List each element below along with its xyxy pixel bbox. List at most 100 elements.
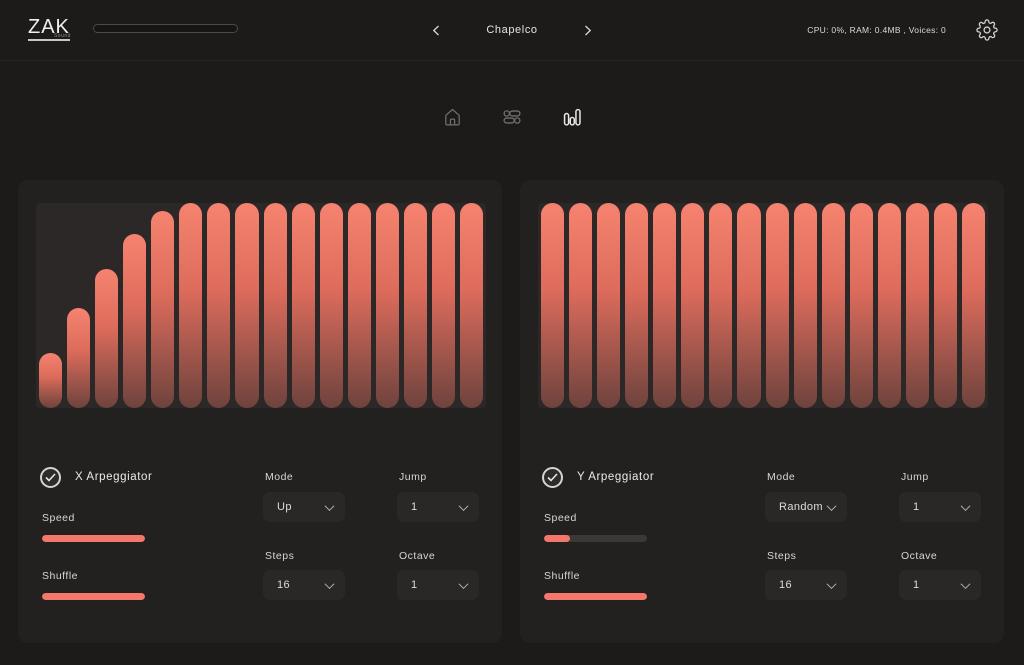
step-bar[interactable] — [432, 203, 455, 408]
chevron-down-icon — [459, 501, 469, 511]
step-bar[interactable] — [39, 353, 62, 408]
mode-dropdown[interactable]: Up — [263, 492, 345, 522]
header-slider[interactable] — [93, 24, 238, 33]
home-icon — [442, 107, 462, 127]
steps-label: Steps — [265, 550, 294, 562]
speed-slider-fill — [42, 535, 145, 542]
shuffle-slider[interactable] — [544, 593, 647, 600]
jump-value: 1 — [411, 501, 418, 513]
chevron-down-icon — [827, 501, 837, 511]
speed-slider[interactable] — [42, 535, 145, 542]
step-bar[interactable] — [320, 203, 343, 408]
step-bar[interactable] — [934, 203, 957, 408]
octave-dropdown[interactable]: 1 — [397, 570, 479, 600]
panel-title: Y Arpeggiator — [577, 471, 654, 483]
y-arpeggiator-enable-checkbox[interactable] — [542, 467, 563, 488]
step-bar[interactable] — [737, 203, 760, 408]
shuffle-label: Shuffle — [544, 570, 580, 582]
tab-arpeggiator[interactable] — [562, 103, 583, 131]
step-bar[interactable] — [95, 269, 118, 408]
mode-value: Random — [779, 501, 823, 513]
step-bar[interactable] — [625, 203, 648, 408]
mode-value: Up — [277, 501, 292, 513]
plugin-window: ZAK Sound Chapelco CPU: 0%, RAM: 0.4MB ,… — [0, 0, 1024, 665]
y-step-bars — [541, 203, 985, 408]
step-bar[interactable] — [653, 203, 676, 408]
step-bar[interactable] — [151, 211, 174, 408]
step-bar[interactable] — [569, 203, 592, 408]
x-arpeggiator-enable-checkbox[interactable] — [40, 467, 61, 488]
shuffle-label: Shuffle — [42, 570, 78, 582]
chevron-right-icon — [584, 25, 592, 36]
y-step-chart[interactable] — [538, 203, 988, 408]
step-bar[interactable] — [404, 203, 427, 408]
step-bar[interactable] — [123, 234, 146, 408]
top-bar: ZAK Sound Chapelco CPU: 0%, RAM: 0.4MB ,… — [0, 0, 1024, 61]
shuffle-slider-fill — [42, 593, 145, 600]
panel-title: X Arpeggiator — [75, 471, 153, 483]
step-bar[interactable] — [681, 203, 704, 408]
octave-value: 1 — [913, 579, 920, 591]
shuffle-slider[interactable] — [42, 593, 145, 600]
check-icon — [45, 473, 56, 482]
steps-dropdown[interactable]: 16 — [263, 570, 345, 600]
speed-slider-fill — [544, 535, 570, 542]
chevron-down-icon — [325, 501, 335, 511]
settings-button[interactable] — [976, 19, 998, 41]
x-step-bars — [39, 203, 483, 408]
step-bar[interactable] — [766, 203, 789, 408]
steps-value: 16 — [779, 579, 792, 591]
jump-label: Jump — [399, 471, 427, 483]
octave-label: Octave — [901, 550, 937, 562]
step-bar[interactable] — [67, 308, 90, 408]
mode-label: Mode — [265, 471, 293, 483]
steps-value: 16 — [277, 579, 290, 591]
view-tabs — [442, 103, 583, 131]
chevron-down-icon — [827, 579, 837, 589]
jump-dropdown[interactable]: 1 — [899, 492, 981, 522]
step-bar[interactable] — [207, 203, 230, 408]
octave-dropdown[interactable]: 1 — [899, 570, 981, 600]
mode-dropdown[interactable]: Random — [765, 492, 847, 522]
step-bar[interactable] — [906, 203, 929, 408]
step-bar[interactable] — [264, 203, 287, 408]
shuffle-slider-fill — [544, 593, 647, 600]
jump-label: Jump — [901, 471, 929, 483]
chevron-left-icon — [432, 25, 440, 36]
step-bar[interactable] — [292, 203, 315, 408]
speed-slider[interactable] — [544, 535, 647, 542]
jump-value: 1 — [913, 501, 920, 513]
step-bar[interactable] — [460, 203, 483, 408]
performance-stats: CPU: 0%, RAM: 0.4MB , Voices: 0 — [807, 0, 946, 60]
step-bar[interactable] — [794, 203, 817, 408]
chevron-down-icon — [459, 579, 469, 589]
step-bar[interactable] — [878, 203, 901, 408]
previous-preset-button[interactable] — [428, 21, 444, 40]
steps-dropdown[interactable]: 16 — [765, 570, 847, 600]
step-bar[interactable] — [348, 203, 371, 408]
x-step-chart[interactable] — [36, 203, 486, 408]
step-bar[interactable] — [179, 203, 202, 408]
step-bar[interactable] — [235, 203, 258, 408]
y-arpeggiator-panel: Y Arpeggiator Speed Shuffle Mode Random … — [520, 180, 1004, 643]
octave-value: 1 — [411, 579, 418, 591]
step-bar[interactable] — [822, 203, 845, 408]
step-bar[interactable] — [850, 203, 873, 408]
step-bar[interactable] — [376, 203, 399, 408]
chevron-down-icon — [961, 579, 971, 589]
bars-icon — [562, 106, 583, 128]
tab-controls[interactable] — [502, 103, 523, 131]
preset-name[interactable]: Chapelco — [482, 24, 542, 36]
sliders-icon — [502, 106, 523, 128]
tab-home[interactable] — [442, 103, 463, 131]
jump-dropdown[interactable]: 1 — [397, 492, 479, 522]
step-bar[interactable] — [709, 203, 732, 408]
steps-label: Steps — [767, 550, 796, 562]
step-bar[interactable] — [597, 203, 620, 408]
step-bar[interactable] — [541, 203, 564, 408]
mode-label: Mode — [767, 471, 795, 483]
step-bar[interactable] — [962, 203, 985, 408]
chevron-down-icon — [961, 501, 971, 511]
speed-label: Speed — [544, 512, 577, 524]
next-preset-button[interactable] — [580, 21, 596, 40]
